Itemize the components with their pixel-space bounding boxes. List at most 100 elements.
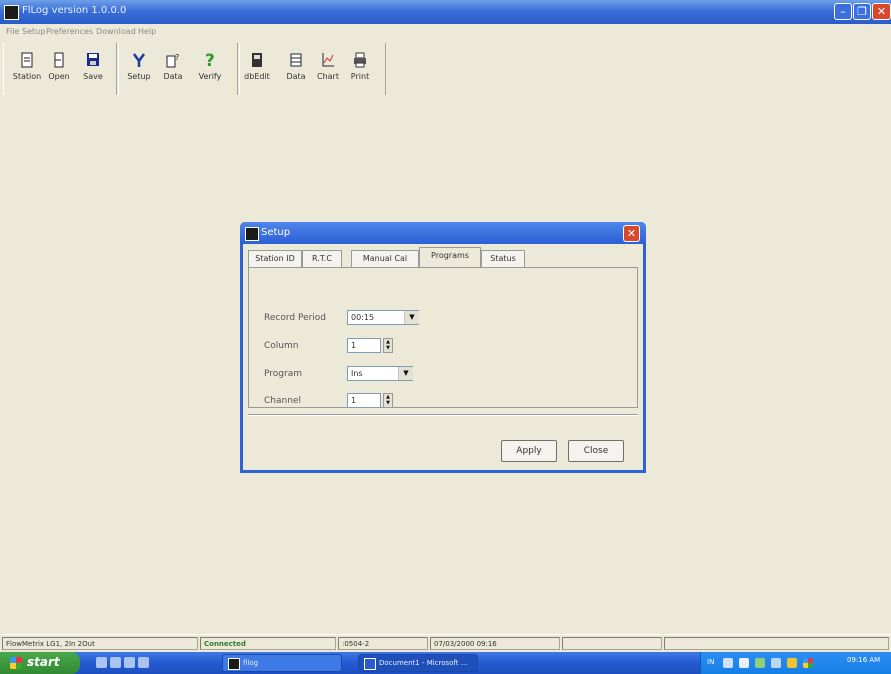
- open-label: Open: [48, 72, 70, 81]
- keyboard-icon[interactable]: [723, 658, 733, 668]
- verify-icon: ?: [205, 51, 215, 69]
- quicklaunch-desktop-icon[interactable]: [110, 657, 121, 668]
- data-table-icon: [290, 53, 302, 67]
- menu-help[interactable]: Help: [138, 27, 156, 36]
- tab-manual-cal[interactable]: Manual Cal: [351, 250, 419, 267]
- close-button[interactable]: Close: [568, 440, 624, 462]
- record-period-select[interactable]: 00:15 ▼: [347, 310, 419, 325]
- verify-label: Verify: [198, 72, 222, 81]
- title-bar: FlLog version 1.0.0.0 – ❐ ✕: [0, 0, 891, 24]
- column-value: 1: [351, 341, 357, 350]
- window-title: FlLog version 1.0.0.0: [22, 5, 127, 16]
- quicklaunch-ie-icon[interactable]: [96, 657, 107, 668]
- dialog-app-icon: [245, 227, 259, 241]
- verify-button[interactable]: ? Verify: [193, 45, 227, 91]
- data-table-button[interactable]: Data: [279, 45, 313, 91]
- chart-label: Chart: [317, 72, 339, 81]
- taskbar: start fllog Document1 - Microsoft ... IN…: [0, 652, 891, 674]
- column-spin-icon[interactable]: ▲ ▼: [383, 338, 393, 353]
- volume-icon[interactable]: [771, 658, 781, 668]
- task-word-document[interactable]: Document1 - Microsoft ...: [358, 654, 478, 672]
- save-label: Save: [83, 72, 103, 81]
- help-icon[interactable]: [755, 658, 765, 668]
- maximize-button[interactable]: ❐: [853, 3, 871, 20]
- start-label: start: [27, 655, 60, 669]
- setup-icon: [132, 53, 146, 67]
- chart-icon: [322, 53, 334, 67]
- quicklaunch-media-icon[interactable]: [138, 657, 149, 668]
- program-select[interactable]: Ins ▼: [347, 366, 413, 381]
- station-icon: [21, 52, 33, 68]
- dbedit-button[interactable]: dbEdit: [240, 45, 274, 91]
- setup-dialog: Setup ✕ Station ID R.T.C Manual Cal Prog…: [240, 222, 646, 473]
- security-icon[interactable]: [787, 658, 797, 668]
- menu-setup[interactable]: Setup: [22, 27, 45, 36]
- system-tray: IN 09:16 AM: [700, 652, 891, 674]
- save-button[interactable]: Save: [76, 45, 110, 91]
- dialog-close-button[interactable]: ✕: [623, 225, 640, 242]
- programs-panel: Record Period 00:15 ▼ Column 1 ▲ ▼ Progra…: [248, 267, 638, 408]
- word-task-icon: [364, 658, 376, 670]
- save-icon: [87, 53, 99, 66]
- close-window-button[interactable]: ✕: [872, 3, 891, 20]
- record-period-label: Record Period: [264, 313, 327, 323]
- tab-rtc[interactable]: R.T.C: [302, 250, 342, 267]
- quicklaunch-app-icon[interactable]: [124, 657, 135, 668]
- network-icon[interactable]: [739, 658, 749, 668]
- open-button[interactable]: Open: [42, 45, 76, 91]
- data-label: Data: [163, 72, 183, 81]
- language-indicator[interactable]: IN: [707, 658, 714, 666]
- tab-station-id[interactable]: Station ID: [248, 250, 302, 267]
- data-table-label: Data: [286, 72, 306, 81]
- data-button[interactable]: ? Data: [156, 45, 190, 91]
- windows-flag-icon[interactable]: [803, 658, 813, 668]
- status-empty-2: [664, 637, 889, 650]
- chevron-down-icon[interactable]: ▼: [398, 367, 413, 380]
- data-icon: ?: [166, 53, 179, 68]
- task-fllog[interactable]: fllog: [222, 654, 342, 672]
- tab-programs[interactable]: Programs: [419, 247, 481, 268]
- app-icon: [4, 5, 19, 20]
- clock[interactable]: 09:16 AM: [847, 656, 880, 664]
- channel-label: Channel: [264, 396, 301, 406]
- setup-label: Setup: [127, 72, 151, 81]
- station-label: Station: [12, 72, 42, 81]
- dialog-title: Setup: [261, 227, 291, 238]
- status-bar: FlowMetrix LG1, 2In 2Out Connected :0504…: [0, 634, 891, 653]
- menu-file[interactable]: File: [6, 27, 19, 36]
- column-label: Column: [264, 341, 299, 351]
- task-word-label: Document1 - Microsoft ...: [379, 659, 468, 667]
- start-button[interactable]: start: [0, 652, 80, 674]
- svg-text:?: ?: [205, 51, 215, 69]
- fllog-task-icon: [228, 658, 240, 670]
- dbedit-icon: [252, 53, 262, 67]
- status-code: :0504-2: [338, 637, 428, 650]
- program-label: Program: [264, 369, 302, 379]
- program-value: Ins: [351, 369, 363, 378]
- channel-spin-icon[interactable]: ▲ ▼: [383, 393, 393, 408]
- chevron-down-icon[interactable]: ▼: [404, 311, 419, 324]
- station-button[interactable]: Station: [10, 45, 44, 91]
- print-button[interactable]: Print: [343, 45, 377, 91]
- column-stepper[interactable]: 1: [347, 338, 381, 353]
- status-connection: Connected: [200, 637, 336, 650]
- record-period-value: 00:15: [351, 313, 375, 322]
- chart-button[interactable]: Chart: [311, 45, 345, 91]
- open-icon: [54, 52, 64, 68]
- status-device: FlowMetrix LG1, 2In 2Out: [2, 637, 198, 650]
- status-datetime: 07/03/2000 09:16: [430, 637, 560, 650]
- menu-download[interactable]: Download: [96, 27, 136, 36]
- dialog-separator: [248, 414, 638, 416]
- dialog-title-bar[interactable]: Setup ✕: [240, 222, 646, 244]
- menu-preferences[interactable]: Preferences: [46, 27, 93, 36]
- setup-button[interactable]: Setup: [122, 45, 156, 91]
- dbedit-label: dbEdit: [244, 72, 270, 81]
- windows-logo-icon: [10, 657, 22, 669]
- tab-status[interactable]: Status: [481, 250, 525, 267]
- minimize-button[interactable]: –: [834, 3, 852, 20]
- apply-button[interactable]: Apply: [501, 440, 557, 462]
- channel-stepper[interactable]: 1: [347, 393, 381, 408]
- print-icon: [354, 52, 366, 68]
- print-label: Print: [350, 72, 370, 81]
- channel-value: 1: [351, 396, 357, 405]
